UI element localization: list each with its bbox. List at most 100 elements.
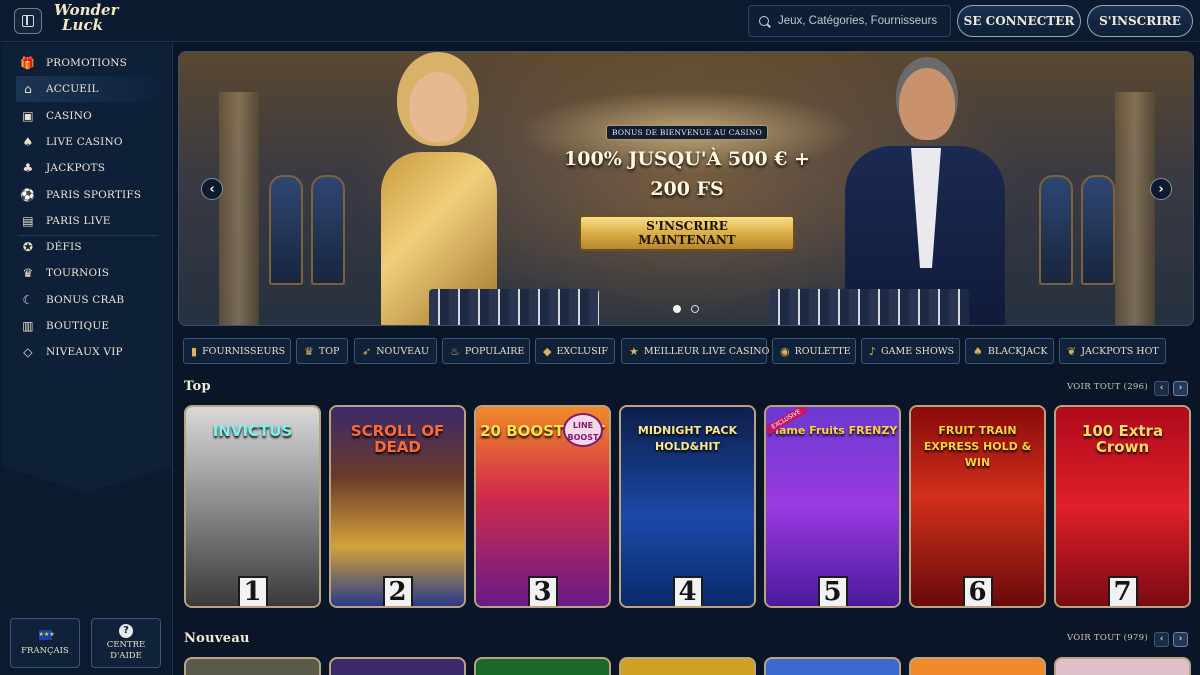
- new-next-button[interactable]: ›: [1173, 632, 1188, 647]
- register-button[interactable]: S'INSCRIRE: [1087, 5, 1193, 37]
- logo-word-luck: Luck: [62, 16, 103, 34]
- game-card[interactable]: 100 Extra Crown 7: [1054, 405, 1191, 608]
- sidebar-item-label: LIVE CASINO: [46, 135, 123, 148]
- category-chip-top[interactable]: ♛ TOP: [296, 338, 348, 364]
- category-chip-populaire[interactable]: ♨ POPULAIRE: [442, 338, 530, 364]
- game-card[interactable]: FRUIT TRAIN EXPRESS HOLD & WIN 6: [909, 405, 1046, 608]
- category-chip-blackjack[interactable]: ♠ BLACKJACK: [965, 338, 1054, 364]
- sidebar-item-bonus-crab[interactable]: ☾ BONUS CRAB: [16, 287, 166, 313]
- category-chip-label: POPULAIRE: [464, 345, 525, 357]
- game-card[interactable]: SCROLL OF DEAD 2: [329, 405, 466, 608]
- help-center-button[interactable]: ? CENTRE D'AIDE: [91, 618, 161, 668]
- category-chip-game-shows[interactable]: ♪ GAME SHOWS: [861, 338, 960, 364]
- chevron-left-icon: ‹: [1159, 634, 1164, 644]
- sidebar-item-promotions[interactable]: 🎁 PROMOTIONS: [16, 50, 166, 76]
- medal-icon: ✪: [22, 240, 34, 255]
- game-card[interactable]: Flame Fruits FRENZY EXCLUSIVE 5: [764, 405, 901, 608]
- new-game-card[interactable]: [184, 657, 321, 675]
- home-icon: ⌂: [24, 82, 32, 97]
- new-prev-button[interactable]: ‹: [1154, 632, 1169, 647]
- sidebar-item-niveaux-vip[interactable]: ◇ NIVEAUX VIP: [16, 339, 166, 365]
- new-game-card[interactable]: [909, 657, 1046, 675]
- rocket-icon: ➶: [362, 344, 372, 358]
- category-chip-label: EXCLUSIF: [556, 345, 608, 357]
- slot-machine-decoration: [311, 175, 345, 285]
- rank-number: 3: [527, 576, 558, 606]
- carousel-dot-2[interactable]: [691, 305, 699, 313]
- pillar-decoration: [219, 92, 259, 325]
- sidebar-toggle-button[interactable]: [14, 8, 42, 34]
- top-see-all-link[interactable]: VOIR TOUT (296): [1067, 382, 1148, 392]
- search-box[interactable]: [748, 5, 951, 37]
- sidebar-item-label: JACKPOTS: [46, 162, 106, 175]
- game-title: INVICTUS: [212, 422, 293, 440]
- sidebar-item-label: CASINO: [46, 109, 92, 122]
- sidebar-item-label: BONUS CRAB: [46, 293, 125, 306]
- language-label: FRANÇAIS: [21, 645, 69, 656]
- sidebar-item-accueil[interactable]: ⌂ ACCUEIL: [16, 76, 166, 103]
- game-card[interactable]: 20 BOOST HOT LINE BOOST 3: [474, 405, 611, 608]
- category-chip-label: ROULETTE: [794, 345, 851, 357]
- sidebar-item-tournois[interactable]: ♛ TOURNOIS: [16, 260, 166, 286]
- sidebar-item-label: DÉFIS: [46, 241, 82, 254]
- pillar-decoration: [1115, 92, 1155, 325]
- category-chip-label: BLACKJACK: [987, 345, 1048, 357]
- game-title: SCROLL OF DEAD: [350, 422, 445, 456]
- top-next-button[interactable]: ›: [1173, 381, 1188, 396]
- top-prev-button[interactable]: ‹: [1154, 381, 1169, 396]
- sidebar-item-boutique[interactable]: ▥ BOUTIQUE: [16, 313, 166, 339]
- top-section-title: Top: [184, 379, 211, 394]
- login-button[interactable]: SE CONNECTER: [957, 5, 1081, 37]
- sidebar-item-jackpots[interactable]: ♣ JACKPOTS: [16, 155, 166, 181]
- new-section-title: Nouveau: [184, 631, 250, 646]
- category-chip-nouveau[interactable]: ➶ NOUVEAU: [354, 338, 437, 364]
- hero-prev-button[interactable]: ‹: [201, 178, 223, 200]
- carousel-dot-1[interactable]: [673, 305, 681, 313]
- hero-woman-image: [359, 66, 519, 325]
- sidebar-item-paris-sportifs[interactable]: ⚽ PARIS SPORTIFS: [16, 182, 166, 208]
- sidebar-item-défis[interactable]: ✪ DÉFIS: [16, 234, 166, 260]
- hero-signup-button[interactable]: S'INSCRIRE MAINTENANT: [579, 215, 795, 251]
- slot-machine-decoration: [269, 175, 303, 285]
- logo[interactable]: Wonder Luck: [54, 3, 118, 39]
- category-chip-fournisseurs[interactable]: ▮ FOURNISSEURS: [183, 338, 291, 364]
- chevron-right-icon: ›: [1158, 181, 1164, 197]
- game-title: MIDNIGHT PACK HOLD&HIT: [637, 424, 738, 453]
- language-button[interactable]: ★★★ FRANÇAIS: [10, 618, 80, 668]
- diamond-icon: ◇: [23, 345, 33, 360]
- cards-icon: ♠: [973, 344, 983, 358]
- game-title: Flame Fruits FRENZY: [767, 424, 898, 437]
- new-game-card[interactable]: [764, 657, 901, 675]
- new-game-card[interactable]: [619, 657, 756, 675]
- pepper-icon: ❦: [1067, 344, 1077, 358]
- sidebar-item-live-casino[interactable]: ♠ LIVE CASINO: [16, 129, 166, 155]
- category-chip-roulette[interactable]: ◉ ROULETTE: [772, 338, 856, 364]
- category-chip-label: NOUVEAU: [376, 345, 429, 357]
- casino-chips-image: [769, 289, 969, 325]
- category-chip-jackpots-hot[interactable]: ❦ JACKPOTS HOT: [1059, 338, 1166, 364]
- sidebar-panel-icon: [22, 15, 34, 27]
- star-icon: ★: [629, 344, 639, 358]
- category-chip-exclusif[interactable]: ◆ EXCLUSIF: [535, 338, 615, 364]
- hero-title-line1: 100% JUSQU'À 500 € +: [564, 148, 810, 170]
- search-input[interactable]: [778, 15, 946, 27]
- new-game-card[interactable]: [329, 657, 466, 675]
- hero-next-button[interactable]: ›: [1150, 178, 1172, 200]
- new-game-card[interactable]: [1054, 657, 1191, 675]
- game-card[interactable]: INVICTUS 1: [184, 405, 321, 608]
- sidebar-item-casino[interactable]: ▣ CASINO: [16, 103, 166, 129]
- game-card[interactable]: MIDNIGHT PACK HOLD&HIT 4: [619, 405, 756, 608]
- new-see-all-link[interactable]: VOIR TOUT (979): [1067, 633, 1148, 643]
- casino-chips-image: [429, 289, 599, 325]
- new-game-card[interactable]: [474, 657, 611, 675]
- category-chip-meilleur-live-casino[interactable]: ★ MEILLEUR LIVE CASINO: [621, 338, 769, 364]
- hero-banner[interactable]: BONUS DE BIENVENUE AU CASINO 100% JUSQU'…: [178, 51, 1194, 326]
- slot-machine-icon: ▣: [22, 108, 34, 123]
- trophy-icon: ♛: [22, 266, 34, 281]
- sidebar-item-paris-live[interactable]: ▤ PARIS LIVE: [16, 208, 166, 234]
- sidebar-item-label: PARIS SPORTIFS: [46, 188, 142, 201]
- roulette-icon: ◉: [780, 344, 790, 358]
- sidebar-item-label: PARIS LIVE: [46, 214, 111, 227]
- sidebar-item-label: NIVEAUX VIP: [46, 346, 123, 359]
- rank-number: 2: [382, 576, 413, 606]
